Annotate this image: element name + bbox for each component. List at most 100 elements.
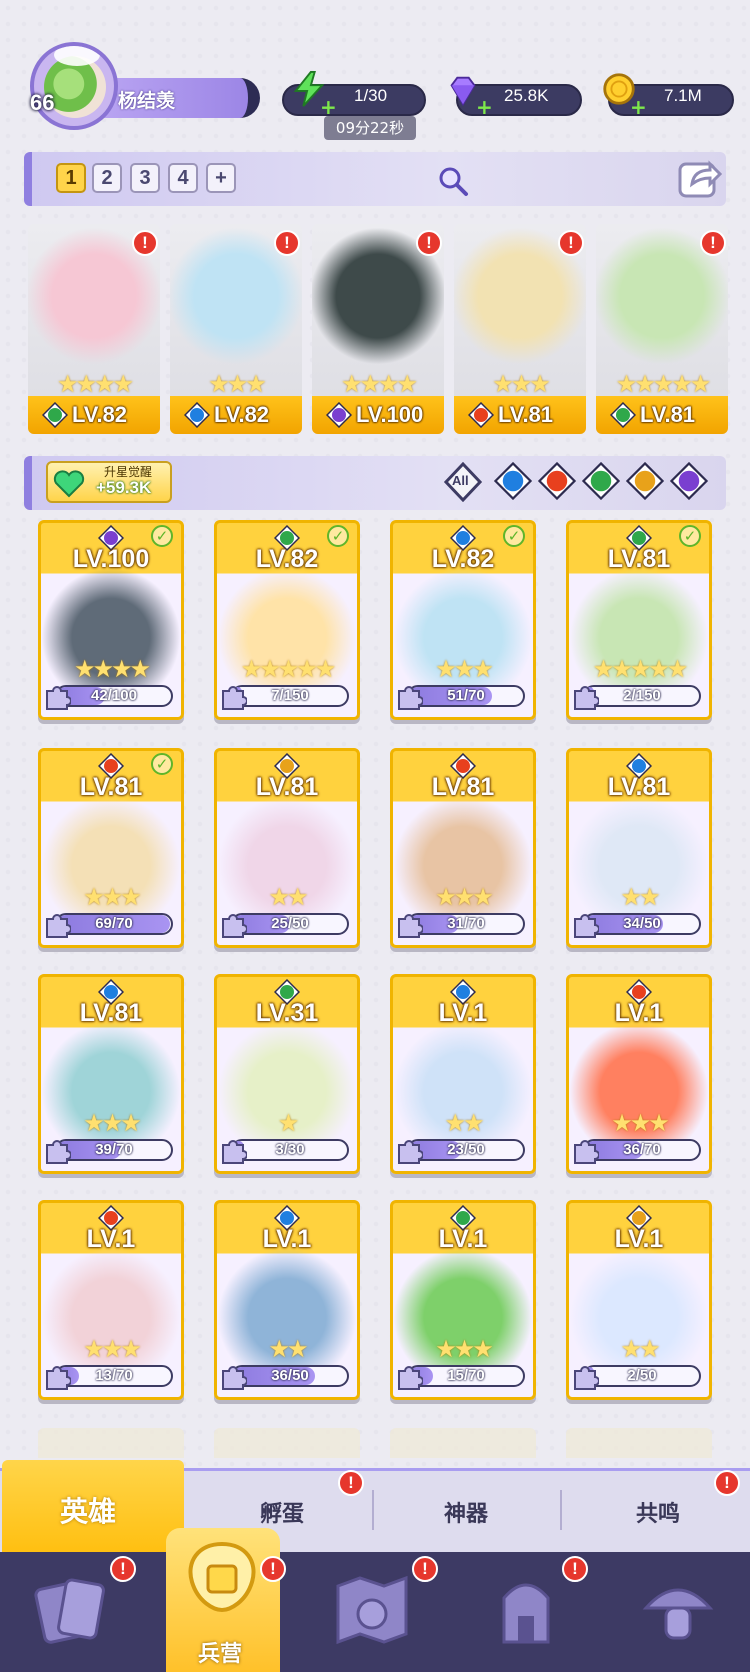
hero-card[interactable]: LV.81 ★★★ 39/70 xyxy=(38,974,184,1174)
hero-card[interactable]: LV.81 ★★ 25/50 xyxy=(214,748,360,948)
hero-level: LV.81 xyxy=(79,999,143,1027)
fragment-count: 69/70 xyxy=(95,915,133,932)
gems-plus-icon[interactable]: + xyxy=(476,97,494,117)
hero-level: LV.81 xyxy=(607,773,671,801)
wind-element-icon xyxy=(581,461,621,501)
hero-stars: ★★★★ xyxy=(73,655,151,683)
nav-cards-alert-icon: ! xyxy=(110,1556,136,1582)
team-slot[interactable]: ★★★★ LV.100 xyxy=(312,224,444,434)
hero-stars: ★★★ xyxy=(83,883,142,911)
tab-hatch[interactable]: 孵蛋 xyxy=(260,1496,304,1528)
energy-plus-icon[interactable]: + xyxy=(320,97,338,117)
team-slot[interactable]: ★★★★ LV.82 xyxy=(28,224,160,434)
filter-fire[interactable] xyxy=(537,461,577,502)
element-badge xyxy=(325,401,353,429)
player-avatar[interactable] xyxy=(30,42,118,130)
fragment-puzzle-icon xyxy=(574,1366,599,1390)
player-level: 66 xyxy=(30,90,55,115)
filter-all-label: All xyxy=(452,473,469,488)
fragment-progress: 3/30 xyxy=(231,1139,349,1161)
hero-stars: ★★★★★ xyxy=(592,655,689,683)
fragment-progress: 51/70 xyxy=(407,685,525,707)
team-tab-3[interactable]: 3 xyxy=(130,163,160,193)
coins-plus-icon[interactable]: + xyxy=(630,97,648,117)
hero-stars: ★★★ xyxy=(435,655,494,683)
nav-cards-icon[interactable] xyxy=(30,1568,114,1652)
fragment-progress: 15/70 xyxy=(407,1365,525,1387)
nav-mushroom-icon[interactable] xyxy=(636,1568,720,1652)
in-team-check-icon: ✓ xyxy=(503,525,525,547)
hero-card[interactable]: LV.31 ★ 3/30 xyxy=(214,974,360,1174)
hero-stars: ★★★★★ xyxy=(615,370,712,398)
light-element-icon xyxy=(625,461,665,501)
hero-card[interactable]: LV.1 ★★ 2/50 xyxy=(566,1200,712,1400)
hero-stars: ★★★★ xyxy=(56,370,134,398)
hero-card[interactable]: LV.81 ★★★ 31/70 xyxy=(390,748,536,948)
element-badge xyxy=(183,401,211,429)
fragment-progress: 25/50 xyxy=(231,913,349,935)
filter-water[interactable] xyxy=(493,461,533,502)
nav-shrine-icon[interactable] xyxy=(484,1568,568,1652)
hero-stars: ★★★ xyxy=(83,1109,142,1137)
search-icon[interactable] xyxy=(436,164,470,198)
share-icon[interactable] xyxy=(676,156,722,200)
hero-stars: ★★★★ xyxy=(340,370,418,398)
hero-stars: ★★★ xyxy=(208,370,267,398)
team-tab-1[interactable]: 1 xyxy=(56,163,86,193)
fragment-count: 13/70 xyxy=(95,1367,133,1384)
hero-card[interactable]: LV.1 ★★★ 15/70 xyxy=(390,1200,536,1400)
tab-resonance-alert-icon: ! xyxy=(714,1470,740,1496)
hero-card[interactable]: LV.1 ★★ 36/50 xyxy=(214,1200,360,1400)
hero-card[interactable]: LV.1 ★★★ 13/70 xyxy=(38,1200,184,1400)
fragment-progress: 39/70 xyxy=(55,1139,173,1161)
hero-card[interactable]: LV.1 ★★★ 36/70 xyxy=(566,974,712,1174)
element-badge xyxy=(467,401,495,429)
awaken-value: +59.3K xyxy=(96,478,152,497)
fragment-count: 23/50 xyxy=(447,1141,485,1158)
fragment-puzzle-icon xyxy=(574,914,599,938)
fragment-progress: 36/70 xyxy=(583,1139,701,1161)
fragment-puzzle-icon xyxy=(46,1366,71,1390)
team-tab-add[interactable]: + xyxy=(206,163,236,193)
hero-stars: ★★★★★ xyxy=(240,655,337,683)
hero-card[interactable]: LV.81 ★★ 34/50 xyxy=(566,748,712,948)
wind-element-icon xyxy=(609,401,637,429)
nav-map-alert-icon: ! xyxy=(412,1556,438,1582)
hero-card[interactable]: LV.1 ★★ 23/50 xyxy=(390,974,536,1174)
tab-divider xyxy=(560,1490,562,1530)
tab-artifacts[interactable]: 神器 xyxy=(444,1496,488,1528)
fragment-progress: 23/50 xyxy=(407,1139,525,1161)
hero-card[interactable]: ✓ LV.100 ★★★★ 42/100 xyxy=(38,520,184,720)
hero-level: LV.1 xyxy=(614,1225,664,1253)
team-slot[interactable]: ★★★ LV.81 xyxy=(454,224,586,434)
in-team-check-icon: ✓ xyxy=(327,525,349,547)
fire-element-icon xyxy=(467,401,495,429)
team-slot[interactable]: ★★★ LV.82 xyxy=(170,224,302,434)
team-slot[interactable]: ★★★★★ LV.81 xyxy=(596,224,728,434)
hero-card[interactable]: ✓ LV.82 ★★★ 51/70 xyxy=(390,520,536,720)
filter-light[interactable] xyxy=(625,461,665,502)
fragment-count: 2/50 xyxy=(627,1367,657,1384)
hero-stars: ★★ xyxy=(268,1335,308,1363)
team-tab-4[interactable]: 4 xyxy=(168,163,198,193)
tab-resonance[interactable]: 共鸣 xyxy=(636,1496,680,1528)
filter-all[interactable]: All xyxy=(443,461,483,503)
hero-card[interactable]: ✓ LV.81 ★★★ 69/70 xyxy=(38,748,184,948)
hero-level: LV.81 xyxy=(640,402,696,427)
hero-level: LV.100 xyxy=(356,402,424,427)
fragment-progress: 36/50 xyxy=(231,1365,349,1387)
fragment-count: 31/70 xyxy=(447,915,485,932)
filter-wind[interactable] xyxy=(581,461,621,502)
team-tab-2[interactable]: 2 xyxy=(92,163,122,193)
fragment-puzzle-icon xyxy=(398,686,423,710)
hero-card[interactable]: ✓ LV.82 ★★★★★ 7/150 xyxy=(214,520,360,720)
hero-stars: ★★★ xyxy=(492,370,551,398)
tab-hatch-alert-icon: ! xyxy=(338,1470,364,1496)
fragment-puzzle-icon xyxy=(398,1140,423,1164)
nav-map-icon[interactable] xyxy=(330,1568,414,1652)
filter-dark[interactable] xyxy=(669,461,709,502)
slot-alert-icon: ! xyxy=(132,230,158,256)
hero-card[interactable]: ✓ LV.81 ★★★★★ 2/150 xyxy=(566,520,712,720)
energy-value: 1/30 xyxy=(354,86,388,105)
hero-level: LV.81 xyxy=(498,402,554,427)
